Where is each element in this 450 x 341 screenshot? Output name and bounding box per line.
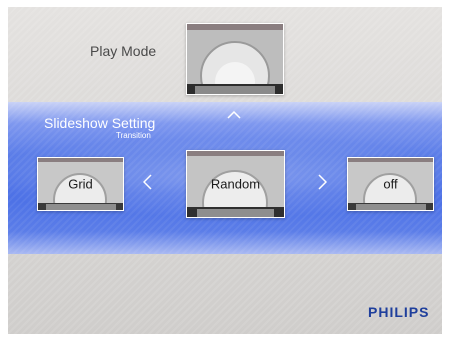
play-mode-label: Play Mode xyxy=(90,43,157,59)
play-mode-thumbnail[interactable] xyxy=(186,23,284,95)
slideshow-setting-panel: Slideshow Setting Transition Grid Random… xyxy=(8,102,442,254)
thumbnail-image xyxy=(187,24,283,94)
option-random[interactable]: Random xyxy=(186,150,285,218)
option-grid-label: Grid xyxy=(68,176,93,192)
transition-subtitle: Transition xyxy=(116,131,151,140)
option-grid[interactable]: Grid xyxy=(37,157,124,211)
chevron-left-icon[interactable] xyxy=(142,174,152,190)
slideshow-setting-title: Slideshow Setting xyxy=(44,115,156,131)
chevron-up-icon[interactable] xyxy=(227,106,241,119)
option-off-label: off xyxy=(383,176,398,192)
philips-logo: PHILIPS xyxy=(368,304,430,320)
frame-screen: Play Mode Slideshow Setting Transition G… xyxy=(8,7,442,334)
option-random-label: Random xyxy=(210,176,261,192)
chevron-right-icon[interactable] xyxy=(318,174,328,190)
option-off[interactable]: off xyxy=(347,157,434,211)
